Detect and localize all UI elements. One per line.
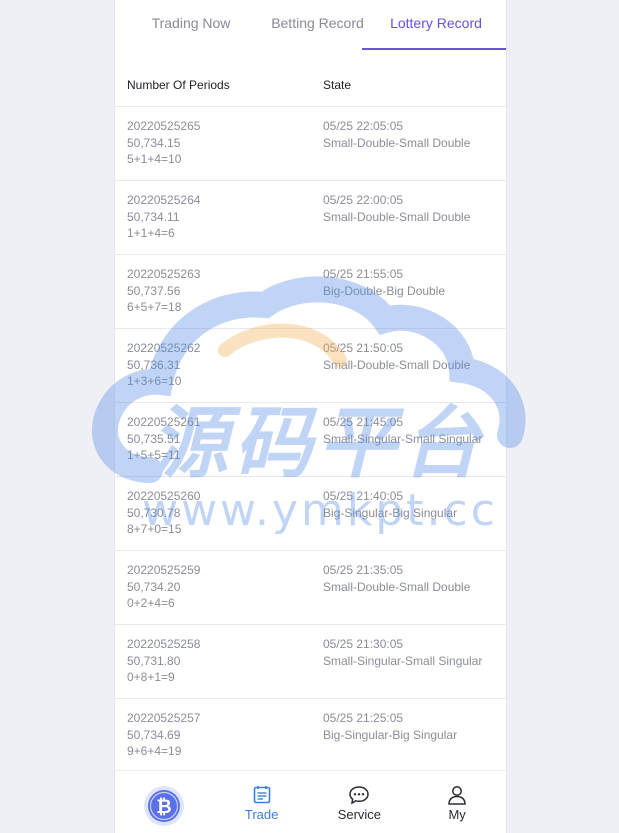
chat-icon: [349, 786, 370, 805]
draw-time: 05/25 21:25:05: [323, 711, 404, 725]
nav-trade-label: Trade: [244, 807, 279, 822]
price-value: 50,730.78: [127, 505, 181, 520]
period-number: 20220525264: [127, 193, 201, 207]
nav-my-label: My: [448, 807, 466, 822]
price-value: 50,734.69: [127, 727, 181, 742]
draw-time: 05/25 22:00:05: [323, 193, 404, 207]
period-number: 20220525260: [127, 489, 201, 503]
sum-formula: 0+8+1=9: [127, 670, 175, 684]
draw-time: 05/25 21:30:05: [323, 637, 404, 651]
row-left: 20220525262 50,736.31 1+3+6=10: [127, 340, 200, 390]
table-row: 20220525263 50,737.56 6+5+7=18 05/25 21:55:…: [115, 255, 506, 329]
table-header: Number Of Periods State: [115, 50, 506, 107]
draw-time: 05/25 22:05:05: [323, 119, 404, 133]
price-value: 50,734.15: [127, 135, 181, 150]
period-number: 20220525262: [127, 341, 201, 355]
bitcoin-logo-icon: ₿: [143, 786, 184, 826]
period-number: 20220525259: [127, 563, 201, 577]
draw-time: 05/25 21:35:05: [323, 563, 404, 577]
draw-state: Small-Singular-Small Singular: [323, 653, 483, 668]
sum-formula: 9+6+4=19: [127, 744, 182, 758]
table-row: 20220525265 50,734.15 5+1+4=10 05/25 22:05:…: [115, 107, 506, 181]
sum-formula: 8+7+0=15: [127, 522, 182, 536]
draw-state: Small-Double-Small Double: [323, 209, 471, 224]
row-left: 20220525257 50,734.69 9+6+4=19: [127, 710, 200, 760]
document-icon: [253, 786, 270, 804]
period-number: 20220525258: [127, 637, 201, 651]
row-right: 05/25 22:05:05 Small-Double-Small Double: [323, 118, 470, 151]
header-periods: Number Of Periods: [127, 78, 230, 92]
table-row: 20220525262 50,736.31 1+3+6=10 05/25 21:50:…: [115, 329, 506, 403]
draw-state: Small-Double-Small Double: [323, 579, 471, 594]
sum-formula: 1+5+5=11: [127, 448, 181, 462]
period-number: 20220525265: [127, 119, 201, 133]
row-left: 20220525263 50,737.56 6+5+7=18: [127, 266, 200, 316]
row-left: 20220525258 50,731.80 0+8+1=9: [127, 636, 200, 686]
table-row: 20220525258 50,731.80 0+8+1=9 05/25 21:30:0…: [115, 625, 506, 699]
draw-state: Big-Singular-Big Singular: [323, 727, 458, 742]
price-value: 50,736.31: [127, 357, 181, 372]
table-row: 20220525257 50,734.69 9+6+4=19 05/25 21:25:…: [115, 699, 506, 773]
row-right: 05/25 21:50:05 Small-Double-Small Double: [323, 340, 470, 373]
table-row: 20220525260 50,730.78 8+7+0=15 05/25 21:40:…: [115, 477, 506, 551]
draw-time: 05/25 21:45:05: [323, 415, 404, 429]
period-number: 20220525261: [127, 415, 201, 429]
row-left: 20220525264 50,734.11 1+1+4=6: [127, 192, 200, 242]
draw-time: 05/25 21:50:05: [323, 341, 404, 355]
app-screen: Trading Now Betting Record Lottery Recor…: [114, 0, 507, 833]
lottery-record-list: 20220525265 50,734.15 5+1+4=10 05/25 22:05:…: [115, 107, 506, 773]
row-right: 05/25 21:40:05 Big-Singular-Big Singular: [323, 488, 457, 521]
nav-my[interactable]: My: [408, 771, 506, 833]
sum-formula: 5+1+4=10: [127, 152, 182, 166]
price-value: 50,731.80: [127, 653, 181, 668]
draw-state: Small-Singular-Small Singular: [323, 431, 483, 446]
svg-text:₿: ₿: [156, 796, 171, 818]
tab-betting-record[interactable]: Betting Record: [262, 0, 374, 50]
sum-formula: 1+1+4=6: [127, 226, 175, 240]
row-left: 20220525265 50,734.15 5+1+4=10: [127, 118, 200, 168]
header-state: State: [323, 78, 352, 92]
table-row: 20220525259 50,734.20 0+2+4=6 05/25 21:35:0…: [115, 551, 506, 625]
draw-time: 05/25 21:40:05: [323, 489, 404, 503]
tab-trading-now[interactable]: Trading Now: [135, 0, 247, 50]
nav-service-label: Service: [337, 807, 382, 822]
nav-trade[interactable]: Trade: [213, 771, 311, 833]
period-number: 20220525257: [127, 711, 201, 725]
sum-formula: 6+5+7=18: [127, 300, 182, 314]
price-value: 50,734.11: [127, 209, 180, 224]
table-row: 20220525264 50,734.11 1+1+4=6 05/25 22:00:0…: [115, 181, 506, 255]
price-value: 50,734.20: [127, 579, 181, 594]
row-left: 20220525259 50,734.20 0+2+4=6: [127, 562, 200, 612]
sum-formula: 0+2+4=6: [127, 596, 175, 610]
row-left: 20220525260 50,730.78 8+7+0=15: [127, 488, 200, 538]
row-right: 05/25 21:55:05 Big-Double-Big Double: [323, 266, 445, 299]
nav-home[interactable]: ₿: [115, 771, 213, 833]
row-right: 05/25 21:25:05 Big-Singular-Big Singular: [323, 710, 457, 743]
draw-state: Big-Singular-Big Singular: [323, 505, 458, 520]
row-right: 05/25 21:35:05 Small-Double-Small Double: [323, 562, 470, 595]
price-value: 50,735.51: [127, 431, 181, 446]
draw-state: Small-Double-Small Double: [323, 357, 471, 372]
row-right: 05/25 22:00:05 Small-Double-Small Double: [323, 192, 470, 225]
tab-bar: Trading Now Betting Record Lottery Recor…: [115, 0, 506, 50]
nav-service[interactable]: Service: [311, 771, 409, 833]
row-left: 20220525261 50,735.51 1+5+5=11: [127, 414, 200, 464]
table-row: 20220525261 50,735.51 1+5+5=11 05/25 21:45:…: [115, 403, 506, 477]
sum-formula: 1+3+6=10: [127, 374, 182, 388]
tab-lottery-record[interactable]: Lottery Record: [362, 0, 506, 50]
draw-state: Big-Double-Big Double: [323, 283, 446, 298]
draw-time: 05/25 21:55:05: [323, 267, 404, 281]
row-right: 05/25 21:30:05 Small-Singular-Small Singu…: [323, 636, 482, 669]
period-number: 20220525263: [127, 267, 201, 281]
price-value: 50,737.56: [127, 283, 181, 298]
row-right: 05/25 21:45:05 Small-Singular-Small Singu…: [323, 414, 482, 447]
bottom-nav: ₿ Trade Service My: [115, 770, 506, 833]
user-icon: [448, 786, 466, 805]
draw-state: Small-Double-Small Double: [323, 135, 471, 150]
